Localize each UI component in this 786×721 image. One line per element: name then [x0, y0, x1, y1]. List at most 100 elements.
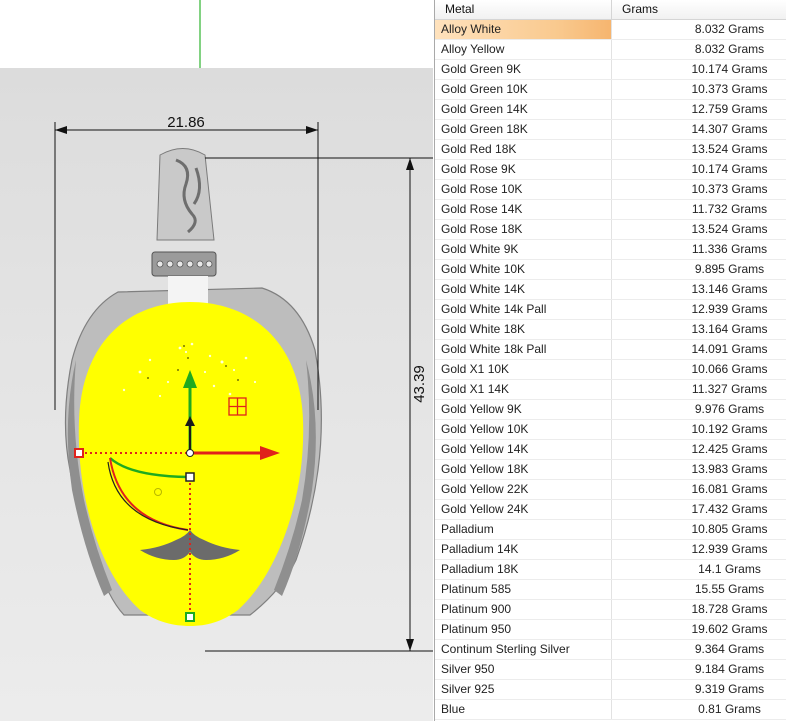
metal-cell: Gold Rose 9K: [435, 160, 612, 179]
grams-cell: 11.327 Grams: [691, 382, 768, 396]
width-dimension-label: 21.86: [167, 114, 205, 131]
table-row[interactable]: Gold Yellow 18K 13.983 Grams: [435, 460, 786, 480]
table-row[interactable]: Palladium 14K 12.939 Grams: [435, 540, 786, 560]
grams-cell: 9.319 Grams: [694, 682, 765, 696]
table-header: Metal Grams: [435, 0, 786, 20]
metal-cell: Gold X1 14K: [435, 380, 612, 399]
table-row[interactable]: Palladium 10.805 Grams: [435, 520, 786, 540]
metal-cell: Gold Green 14K: [435, 100, 612, 119]
width-dimension-arrow-right: [306, 126, 318, 134]
metal-cell: Platinum 585: [435, 580, 612, 599]
grams-cell: 10.174 Grams: [691, 162, 768, 176]
grams-cell: 15.55 Grams: [694, 582, 765, 596]
gizmo-center-handle[interactable]: [185, 472, 195, 482]
bail-neck: [168, 276, 208, 306]
metal-cell: Gold Yellow 9K: [435, 400, 612, 419]
table-row[interactable]: Platinum 585 15.55 Grams: [435, 580, 786, 600]
metal-cell: Gold Green 9K: [435, 60, 612, 79]
table-row[interactable]: Gold X1 10K 10.066 Grams: [435, 360, 786, 380]
table-row[interactable]: Alloy White 8.032 Grams: [435, 20, 786, 40]
table-row[interactable]: Gold X1 14K 11.327 Grams: [435, 380, 786, 400]
table-row[interactable]: Gold Rose 9K 10.174 Grams: [435, 160, 786, 180]
metal-cell: Alloy White: [435, 20, 612, 39]
table-row[interactable]: Alloy Yellow 8.032 Grams: [435, 40, 786, 60]
metal-cell: Gold Yellow 24K: [435, 500, 612, 519]
metal-cell: Gold White 14k Pall: [435, 300, 612, 319]
table-row[interactable]: Silver 950 9.184 Grams: [435, 660, 786, 680]
grams-cell: 18.728 Grams: [691, 602, 768, 616]
table-row[interactable]: Blue 0.81 Grams: [435, 700, 786, 720]
table-row[interactable]: Platinum 900 18.728 Grams: [435, 600, 786, 620]
table-row[interactable]: Gold Rose 10K 10.373 Grams: [435, 180, 786, 200]
metal-cell: Gold White 10K: [435, 260, 612, 279]
grams-cell: 9.184 Grams: [694, 662, 765, 676]
grams-cell: 12.759 Grams: [691, 102, 768, 116]
metal-cell: Gold White 14K: [435, 280, 612, 299]
metal-cell: Palladium 18K: [435, 560, 612, 579]
metal-cell: Gold Red 18K: [435, 140, 612, 159]
metal-cell: Silver 925: [435, 680, 612, 699]
metal-cell: Gold Yellow 22K: [435, 480, 612, 499]
table-row[interactable]: Silver 925 9.319 Grams: [435, 680, 786, 700]
metal-cell: Gold Green 10K: [435, 80, 612, 99]
metal-cell: Palladium: [435, 520, 612, 539]
grams-cell: 16.081 Grams: [691, 482, 768, 496]
column-header-grams[interactable]: Grams: [612, 0, 786, 19]
metal-cell: Silver 950: [435, 660, 612, 679]
table-row[interactable]: Gold Yellow 24K 17.432 Grams: [435, 500, 786, 520]
table-row[interactable]: Gold White 18K 13.164 Grams: [435, 320, 786, 340]
table-row[interactable]: Gold White 9K 11.336 Grams: [435, 240, 786, 260]
table-row[interactable]: Gold Green 14K 12.759 Grams: [435, 100, 786, 120]
table-row[interactable]: Gold Green 18K 14.307 Grams: [435, 120, 786, 140]
table-row[interactable]: Platinum 950 19.602 Grams: [435, 620, 786, 640]
metal-cell: Gold Rose 10K: [435, 180, 612, 199]
table-row[interactable]: Gold Yellow 22K 16.081 Grams: [435, 480, 786, 500]
grams-cell: 14.307 Grams: [691, 122, 768, 136]
metal-cell: Gold White 9K: [435, 240, 612, 259]
3d-viewport[interactable]: 21.86 43.39: [0, 0, 433, 721]
metal-cell: Gold Yellow 18K: [435, 460, 612, 479]
grams-cell: 14.1 Grams: [698, 562, 761, 576]
grams-cell: 10.373 Grams: [691, 182, 768, 196]
metal-cell: Gold Yellow 10K: [435, 420, 612, 439]
table-row[interactable]: Palladium 18K 14.1 Grams: [435, 560, 786, 580]
metal-cell: Gold Rose 18K: [435, 220, 612, 239]
table-row[interactable]: Gold Rose 14K 11.732 Grams: [435, 200, 786, 220]
grams-cell: 11.732 Grams: [691, 202, 768, 216]
metal-cell: Gold Green 18K: [435, 120, 612, 139]
grams-cell: 10.066 Grams: [691, 362, 768, 376]
table-row[interactable]: Gold Green 10K 10.373 Grams: [435, 80, 786, 100]
table-row[interactable]: Gold Rose 18K 13.524 Grams: [435, 220, 786, 240]
table-body: Alloy White 8.032 Grams Alloy Yellow 8.032 …: [435, 20, 786, 720]
table-row[interactable]: Gold White 14k Pall 12.939 Grams: [435, 300, 786, 320]
gizmo-origin-dot[interactable]: [186, 449, 194, 457]
table-row[interactable]: Gold Red 18K 13.524 Grams: [435, 140, 786, 160]
gizmo-scale-handle-y[interactable]: [185, 612, 195, 622]
metal-cell: Gold Yellow 14K: [435, 440, 612, 459]
metal-cell: Continum Sterling Silver: [435, 640, 612, 659]
height-dimension-arrow-bottom: [406, 639, 414, 651]
table-row[interactable]: Gold White 14K 13.146 Grams: [435, 280, 786, 300]
table-row[interactable]: Gold Yellow 14K 12.425 Grams: [435, 440, 786, 460]
table-row[interactable]: Continum Sterling Silver 9.364 Grams: [435, 640, 786, 660]
grams-cell: 13.983 Grams: [691, 462, 768, 476]
gizmo-scale-handle-x[interactable]: [74, 448, 84, 458]
grams-cell: 13.524 Grams: [691, 142, 768, 156]
table-row[interactable]: Gold White 18k Pall 14.091 Grams: [435, 340, 786, 360]
metal-cell: Platinum 950: [435, 620, 612, 639]
grams-cell: 13.164 Grams: [691, 322, 768, 336]
table-row[interactable]: Gold Green 9K 10.174 Grams: [435, 60, 786, 80]
grams-cell: 13.146 Grams: [691, 282, 768, 296]
table-row[interactable]: Gold White 10K 9.895 Grams: [435, 260, 786, 280]
grams-cell: 10.805 Grams: [691, 522, 768, 536]
grams-cell: 10.174 Grams: [691, 62, 768, 76]
width-dimension-arrow-left: [55, 126, 67, 134]
table-row[interactable]: Gold Yellow 10K 10.192 Grams: [435, 420, 786, 440]
metal-cell: Gold White 18k Pall: [435, 340, 612, 359]
column-header-metal[interactable]: Metal: [435, 0, 612, 19]
grams-cell: 0.81 Grams: [698, 702, 761, 716]
grams-cell: 12.939 Grams: [691, 302, 768, 316]
metal-weight-table: Metal Grams Alloy White 8.032 Grams Alloy …: [434, 0, 786, 721]
grams-cell: 8.032 Grams: [694, 42, 765, 56]
table-row[interactable]: Gold Yellow 9K 9.976 Grams: [435, 400, 786, 420]
